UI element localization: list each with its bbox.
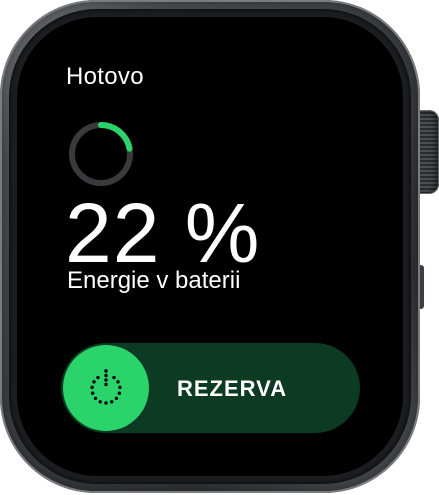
reserve-icon-dot: [114, 396, 119, 401]
power-reserve-label: REZERVA: [177, 376, 288, 401]
reserve-icon-dot: [116, 380, 120, 384]
power-reserve-icon: [90, 369, 122, 405]
reserve-icon-dot: [112, 375, 116, 380]
watch-device: Hotovo 22 % Energie v baterii REZERVA: [0, 0, 439, 495]
reserve-icon-dot: [110, 400, 114, 404]
power-reserve-knob[interactable]: [63, 345, 149, 431]
reserve-icon-dot: [93, 396, 98, 401]
reserve-icon-dot: [96, 375, 100, 380]
power-reserve-slider[interactable]: REZERVA: [61, 343, 360, 433]
done-button[interactable]: Hotovo: [66, 63, 144, 91]
reserve-icon-dot: [104, 373, 108, 378]
reserve-icon-dot: [118, 385, 122, 390]
reserve-icon-dot: [90, 385, 94, 390]
reserve-icon-dot: [104, 382, 108, 387]
reserve-icon-dot: [90, 391, 95, 395]
reserve-icon-dot: [104, 401, 108, 405]
reserve-icon-dot: [92, 380, 96, 384]
reserve-icon-dot: [117, 391, 122, 395]
reserve-icon-dot: [98, 400, 102, 404]
reserve-icon-dot: [104, 378, 108, 382]
battery-ring-icon: [69, 122, 133, 186]
battery-energy-label: Energie v baterii: [67, 267, 241, 294]
reserve-icon-dot: [104, 369, 108, 373]
watch-screen: Hotovo 22 % Energie v baterii REZERVA: [45, 43, 388, 451]
